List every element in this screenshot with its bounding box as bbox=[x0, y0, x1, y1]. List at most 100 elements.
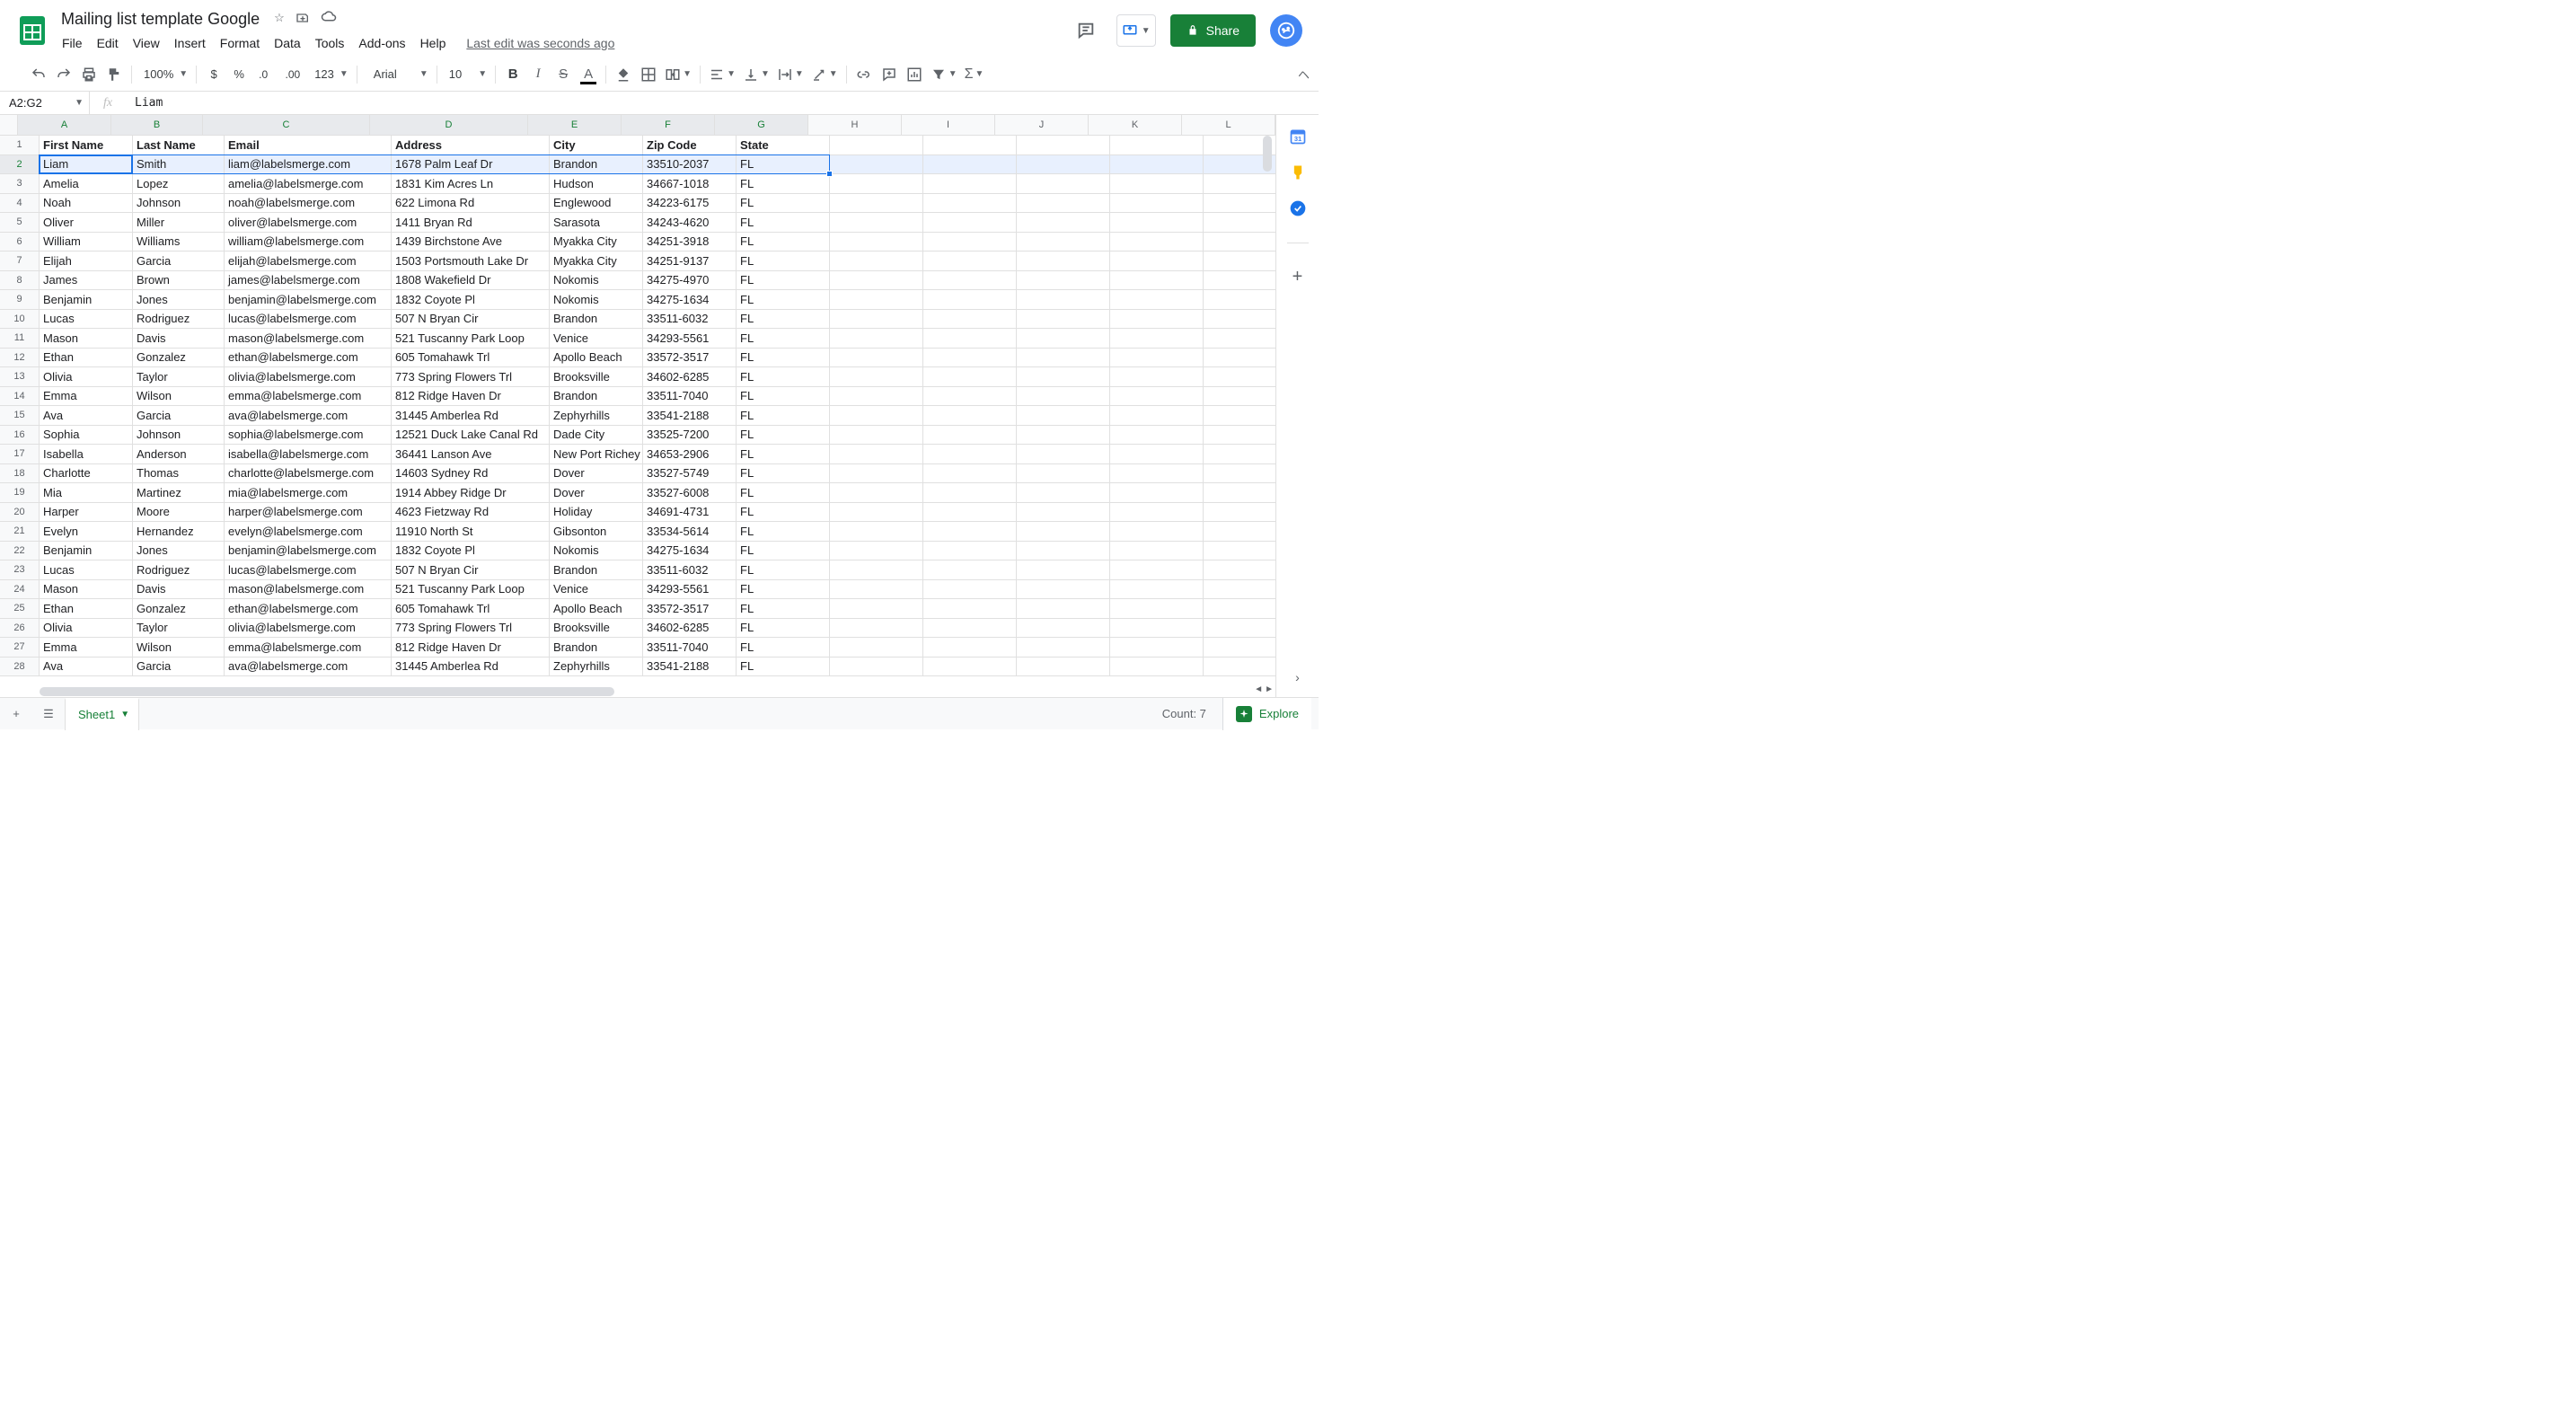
cell[interactable] bbox=[1017, 349, 1110, 368]
row-header[interactable]: 11 bbox=[0, 329, 40, 349]
cell[interactable]: Nokomis bbox=[550, 271, 643, 291]
cell[interactable]: FL bbox=[737, 194, 830, 214]
cell[interactable] bbox=[1110, 445, 1204, 464]
column-header[interactable]: G bbox=[715, 115, 808, 135]
filter-button[interactable]: ▼ bbox=[928, 63, 960, 86]
text-color-button[interactable]: A bbox=[577, 63, 600, 86]
cell[interactable]: 1678 Palm Leaf Dr bbox=[392, 155, 550, 175]
cell[interactable] bbox=[923, 658, 1017, 677]
cell[interactable]: FL bbox=[737, 252, 830, 271]
cell[interactable]: Emma bbox=[40, 638, 133, 658]
cell[interactable] bbox=[830, 445, 923, 464]
cell[interactable]: 33525-7200 bbox=[643, 426, 737, 446]
cell[interactable]: 11910 North St bbox=[392, 522, 550, 542]
print-button[interactable] bbox=[77, 63, 101, 86]
cell[interactable] bbox=[830, 658, 923, 677]
font-size-dropdown[interactable]: 10▼ bbox=[443, 63, 490, 86]
column-header[interactable]: E bbox=[528, 115, 622, 135]
cell[interactable]: Davis bbox=[133, 329, 225, 349]
cell[interactable]: Brandon bbox=[550, 310, 643, 330]
row-header[interactable]: 16 bbox=[0, 426, 40, 446]
cell[interactable] bbox=[830, 464, 923, 484]
row-header[interactable]: 10 bbox=[0, 310, 40, 330]
scroll-right-icon[interactable]: ► bbox=[1265, 684, 1274, 694]
cell[interactable] bbox=[923, 483, 1017, 503]
cell[interactable] bbox=[1017, 619, 1110, 639]
cell[interactable]: Mason bbox=[40, 580, 133, 600]
cell[interactable] bbox=[1110, 619, 1204, 639]
cell[interactable]: Last Name bbox=[133, 136, 225, 155]
row-header[interactable]: 14 bbox=[0, 387, 40, 407]
cell[interactable] bbox=[1110, 387, 1204, 407]
cell[interactable] bbox=[830, 136, 923, 155]
redo-button[interactable] bbox=[52, 63, 75, 86]
cell[interactable]: FL bbox=[737, 658, 830, 677]
cell[interactable] bbox=[923, 367, 1017, 387]
cell[interactable] bbox=[1110, 194, 1204, 214]
cell[interactable]: elijah@labelsmerge.com bbox=[225, 252, 392, 271]
cell[interactable]: FL bbox=[737, 155, 830, 175]
cell[interactable]: william@labelsmerge.com bbox=[225, 233, 392, 252]
cell[interactable] bbox=[1110, 310, 1204, 330]
cell[interactable] bbox=[1110, 426, 1204, 446]
cell[interactable]: amelia@labelsmerge.com bbox=[225, 174, 392, 194]
cell[interactable]: 36441 Lanson Ave bbox=[392, 445, 550, 464]
row-header[interactable]: 2 bbox=[0, 155, 40, 175]
vertical-scrollbar[interactable] bbox=[1262, 136, 1273, 686]
cell[interactable] bbox=[830, 503, 923, 523]
cell[interactable] bbox=[923, 406, 1017, 426]
cell[interactable] bbox=[923, 290, 1017, 310]
column-header[interactable]: F bbox=[622, 115, 715, 135]
column-header[interactable]: I bbox=[902, 115, 995, 135]
cell[interactable]: Mason bbox=[40, 329, 133, 349]
cell[interactable]: 1411 Bryan Rd bbox=[392, 213, 550, 233]
cell[interactable] bbox=[923, 426, 1017, 446]
cell[interactable] bbox=[923, 445, 1017, 464]
cell[interactable]: Johnson bbox=[133, 194, 225, 214]
cell[interactable] bbox=[830, 406, 923, 426]
insert-chart-button[interactable] bbox=[903, 63, 926, 86]
spreadsheet-grid[interactable]: ABCDEFGHIJKL 1First NameLast NameEmailAd… bbox=[0, 115, 1275, 697]
cell[interactable]: FL bbox=[737, 580, 830, 600]
cell[interactable]: 33572-3517 bbox=[643, 599, 737, 619]
cell[interactable]: Garcia bbox=[133, 406, 225, 426]
cell[interactable]: Dover bbox=[550, 464, 643, 484]
functions-dropdown[interactable]: Σ▼ bbox=[962, 63, 987, 86]
cell[interactable] bbox=[923, 136, 1017, 155]
cell[interactable]: 33541-2188 bbox=[643, 658, 737, 677]
cell[interactable]: FL bbox=[737, 329, 830, 349]
cell[interactable]: Brandon bbox=[550, 387, 643, 407]
cell[interactable]: 605 Tomahawk Trl bbox=[392, 349, 550, 368]
cell[interactable] bbox=[1110, 174, 1204, 194]
cell[interactable]: 773 Spring Flowers Trl bbox=[392, 619, 550, 639]
cell[interactable]: Brandon bbox=[550, 638, 643, 658]
cell[interactable]: Olivia bbox=[40, 619, 133, 639]
cell[interactable]: 34691-4731 bbox=[643, 503, 737, 523]
cell[interactable] bbox=[830, 483, 923, 503]
cell[interactable]: Apollo Beach bbox=[550, 349, 643, 368]
cell[interactable]: lucas@labelsmerge.com bbox=[225, 560, 392, 580]
cell[interactable]: evelyn@labelsmerge.com bbox=[225, 522, 392, 542]
cell[interactable]: FL bbox=[737, 174, 830, 194]
share-button[interactable]: Share bbox=[1170, 14, 1256, 47]
cell[interactable]: Elijah bbox=[40, 252, 133, 271]
cell[interactable] bbox=[830, 290, 923, 310]
cell[interactable]: 34251-3918 bbox=[643, 233, 737, 252]
cell[interactable]: Amelia bbox=[40, 174, 133, 194]
cell[interactable] bbox=[923, 599, 1017, 619]
menu-tools[interactable]: Tools bbox=[309, 32, 351, 54]
cell[interactable] bbox=[1017, 252, 1110, 271]
cell[interactable]: 34293-5561 bbox=[643, 580, 737, 600]
row-header[interactable]: 6 bbox=[0, 233, 40, 252]
cell[interactable]: 34223-6175 bbox=[643, 194, 737, 214]
cell[interactable]: Nokomis bbox=[550, 542, 643, 561]
cell[interactable]: james@labelsmerge.com bbox=[225, 271, 392, 291]
cell[interactable]: 1832 Coyote Pl bbox=[392, 290, 550, 310]
cell[interactable]: sophia@labelsmerge.com bbox=[225, 426, 392, 446]
cell[interactable] bbox=[830, 194, 923, 214]
cell[interactable]: 1439 Birchstone Ave bbox=[392, 233, 550, 252]
cell[interactable]: Anderson bbox=[133, 445, 225, 464]
row-header[interactable]: 8 bbox=[0, 271, 40, 291]
row-header[interactable]: 28 bbox=[0, 658, 40, 677]
cell[interactable] bbox=[1017, 213, 1110, 233]
